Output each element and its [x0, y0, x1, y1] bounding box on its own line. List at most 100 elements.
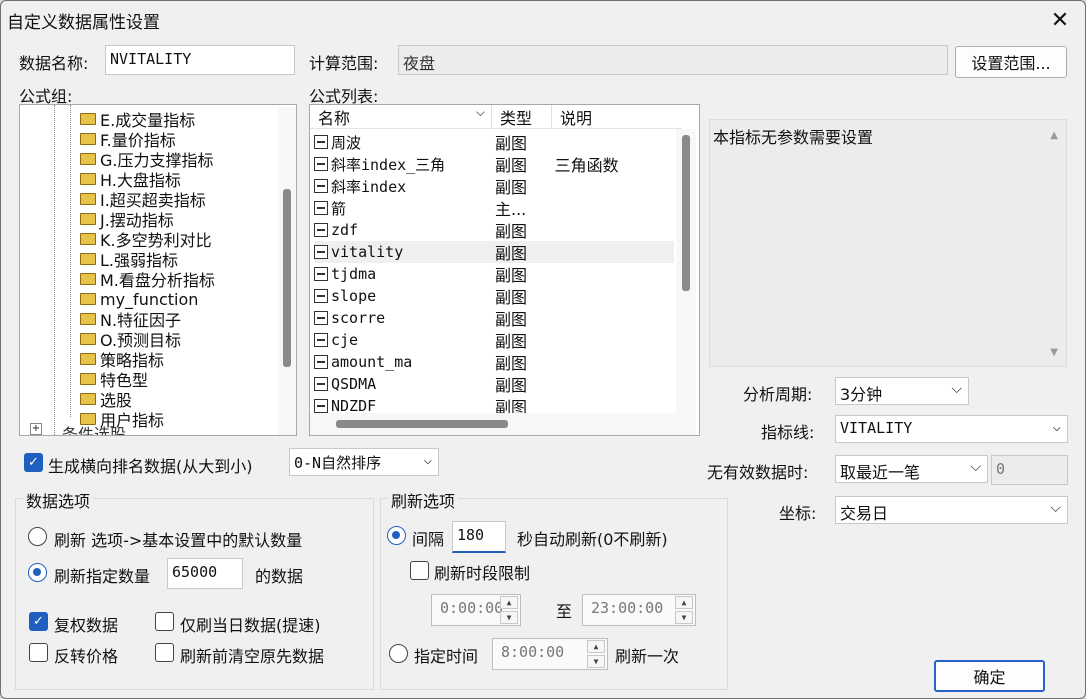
formula-type: 副图: [495, 376, 528, 395]
formula-type: 副图: [495, 266, 528, 285]
formula-icon: [314, 245, 328, 259]
col-desc-header[interactable]: 说明: [552, 105, 672, 129]
invalid-data-select[interactable]: 取最近一笔 ⌵: [835, 455, 988, 483]
formula-type: 副图: [495, 244, 528, 263]
tree-item[interactable]: O.预测目标: [80, 329, 181, 350]
refresh-count-label: 刷新指定数量: [54, 567, 151, 586]
formula-name: 周波: [331, 133, 362, 152]
folder-icon: [80, 273, 96, 285]
formula-icon: [314, 333, 328, 347]
coord-select[interactable]: 交易日 ⌵: [835, 496, 1068, 524]
tree-item[interactable]: 特色型: [80, 369, 148, 390]
list-item[interactable]: amount_ma 副图: [314, 351, 674, 373]
tree-item[interactable]: I.超买超卖指标: [80, 189, 206, 210]
scroll-up-icon[interactable]: ▲: [1050, 130, 1058, 141]
dialog-title: 自定义数据属性设置: [7, 13, 160, 33]
interval-input[interactable]: 180: [452, 521, 506, 553]
list-item[interactable]: tjdma 副图: [314, 263, 674, 285]
today-only-checkbox[interactable]: [155, 612, 174, 631]
formula-name: 斜率index_三角: [331, 155, 446, 174]
period-select[interactable]: 3分钟 ⌵: [835, 377, 969, 405]
scroll-down-icon[interactable]: ▼: [1050, 347, 1058, 358]
formula-type: 副图: [495, 134, 528, 153]
formula-name: vitality: [331, 243, 404, 261]
indicator-line-select[interactable]: VITALITY ⌵: [835, 415, 1068, 443]
formula-icon: [314, 179, 328, 193]
list-header: 名称 ⌵ 类型 说明: [310, 105, 682, 129]
ok-button[interactable]: 确定: [934, 660, 1045, 692]
spin-up-icon: ▲: [675, 596, 693, 609]
interval-radio[interactable]: [387, 526, 406, 545]
list-item[interactable]: 周波 副图: [314, 131, 674, 153]
folder-icon: [80, 393, 96, 405]
description-panel: 本指标无参数需要设置 ▲ ▼: [709, 119, 1067, 367]
formula-icon: [314, 355, 328, 369]
folder-icon: [80, 113, 96, 125]
tree-item[interactable]: K.多空势利对比: [80, 229, 212, 250]
list-item[interactable]: scorre 副图: [314, 307, 674, 329]
formula-name: QSDMA: [331, 375, 377, 393]
tree-item[interactable]: M.看盘分析指标: [80, 269, 215, 290]
reverse-price-checkbox[interactable]: [29, 643, 48, 662]
list-item[interactable]: 箭 主...: [314, 197, 674, 219]
description-text: 本指标无参数需要设置: [713, 128, 874, 147]
tree-item[interactable]: F.量价指标: [80, 129, 176, 150]
tree-item[interactable]: E.成交量指标: [80, 109, 195, 130]
list-item[interactable]: 斜率index 副图: [314, 175, 674, 197]
refresh-count-radio[interactable]: [28, 563, 47, 582]
formula-name: tjdma: [331, 265, 377, 283]
spin-up-icon: ▲: [500, 596, 518, 609]
folder-icon: [80, 373, 96, 385]
tree-item-label: M.看盘分析指标: [100, 271, 215, 290]
formula-name: 箭: [331, 199, 347, 218]
refresh-default-label: 刷新 选项->基本设置中的默认数量: [54, 531, 303, 550]
close-icon[interactable]: ✕: [1041, 3, 1079, 37]
tree-item-cut[interactable]: 条件选股: [62, 421, 126, 435]
formula-icon: [314, 157, 328, 171]
period-limit-checkbox[interactable]: [410, 561, 429, 580]
list-item[interactable]: zdf 副图: [314, 219, 674, 241]
fixed-time-radio[interactable]: [389, 644, 408, 663]
dialog-window: 自定义数据属性设置 ✕ 数据名称: NVITALITY 计算范围: 夜盘 设置范…: [0, 0, 1086, 699]
tree-item[interactable]: my_function: [80, 289, 198, 309]
list-item[interactable]: vitality 副图: [314, 241, 674, 263]
spin-down-icon: ▼: [500, 611, 518, 624]
tree-item[interactable]: G.压力支撑指标: [80, 149, 214, 170]
tree-scrollbar[interactable]: [278, 107, 296, 435]
formula-icon: [314, 377, 328, 391]
formula-type: 副图: [495, 222, 528, 241]
list-item[interactable]: cje 副图: [314, 329, 674, 351]
name-label: 数据名称:: [19, 54, 89, 73]
tree-item[interactable]: J.摆动指标: [80, 209, 174, 230]
list-hscrollbar[interactable]: [310, 413, 696, 435]
clear-before-checkbox[interactable]: [155, 643, 174, 662]
adjusted-data-checkbox[interactable]: ✓: [29, 612, 48, 631]
rank-order-select[interactable]: 0-N自然排序 ⌵: [289, 448, 439, 476]
list-vscrollbar[interactable]: [676, 129, 696, 417]
name-input[interactable]: NVITALITY: [105, 45, 295, 75]
tree-item[interactable]: H.大盘指标: [80, 169, 181, 190]
period-label: 分析周期:: [743, 385, 813, 404]
formula-list[interactable]: 名称 ⌵ 类型 说明 周波 副图 斜率index_三角 副图 三角函数 斜率index 副图箭…: [309, 104, 700, 436]
tree-item[interactable]: 选股: [80, 389, 132, 410]
list-item[interactable]: 斜率index_三角 副图 三角函数: [314, 153, 674, 175]
folder-icon: [80, 173, 96, 185]
spin-down-icon: ▼: [675, 611, 693, 624]
formula-type: 副图: [495, 332, 528, 351]
tree-item[interactable]: L.强弱指标: [80, 249, 178, 270]
fixed-time-suffix: 刷新一次: [615, 647, 680, 666]
set-range-button[interactable]: 设置范围...: [955, 46, 1067, 78]
fixed-time-label: 指定时间: [414, 647, 479, 666]
col-name-header[interactable]: 名称 ⌵: [310, 105, 492, 129]
list-item[interactable]: QSDMA 副图: [314, 373, 674, 395]
rank-checkbox[interactable]: ✓: [24, 453, 43, 472]
folder-icon: [80, 313, 96, 325]
refresh-default-radio[interactable]: [28, 527, 47, 546]
list-item[interactable]: slope 副图: [314, 285, 674, 307]
formula-group-tree[interactable]: E.成交量指标 F.量价指标 G.压力支撑指标 H.大盘指标 I.超买超卖指标 J.摆动指…: [19, 104, 297, 436]
expand-icon[interactable]: +: [30, 423, 42, 435]
tree-item[interactable]: 策略指标: [80, 349, 164, 370]
col-type-header[interactable]: 类型: [492, 105, 552, 129]
tree-item[interactable]: N.特征因子: [80, 309, 181, 330]
refresh-count-input[interactable]: 65000: [167, 558, 243, 589]
